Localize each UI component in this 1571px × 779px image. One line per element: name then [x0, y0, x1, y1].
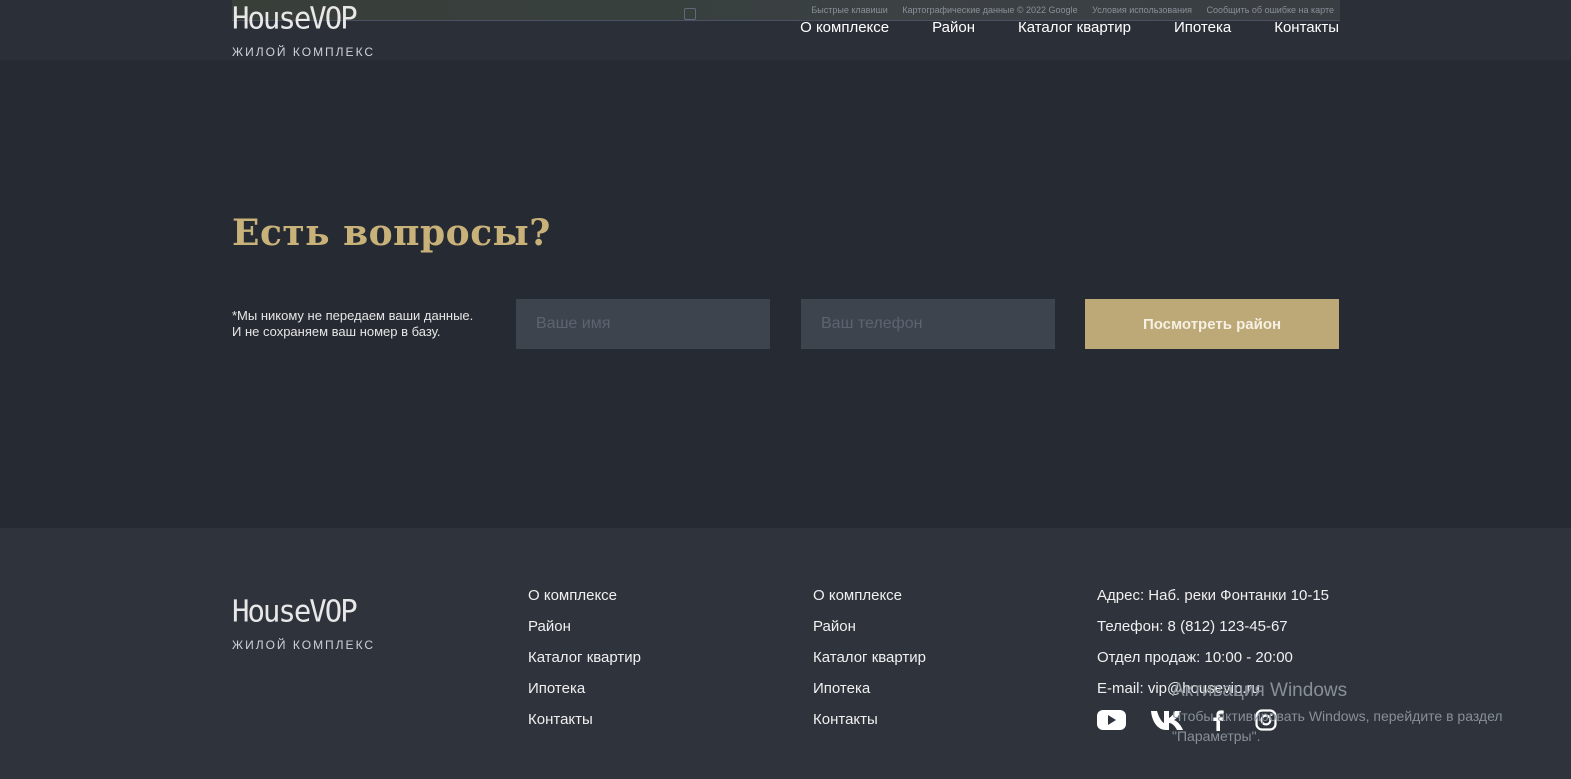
- view-district-button[interactable]: Посмотреть район: [1085, 299, 1339, 349]
- footer-phone[interactable]: Телефон: 8 (812) 123-45-67: [1097, 611, 1329, 642]
- map-report-link[interactable]: Сообщить об ошибке на карте: [1207, 5, 1334, 15]
- nav-item-about[interactable]: О комплексе: [800, 19, 889, 36]
- footer-link-mortgage[interactable]: Ипотека: [528, 673, 641, 704]
- footer-link-about[interactable]: О комплексе: [528, 580, 641, 611]
- footer-address: Адрес: Наб. реки Фонтанки 10-15: [1097, 587, 1330, 604]
- footer-link-catalog[interactable]: Каталог квартир: [528, 642, 641, 673]
- footer-link-district[interactable]: Район: [813, 611, 926, 642]
- watermark-title: Активация Windows: [1172, 680, 1348, 701]
- footer-sales-hours: Отдел продаж: 10:00 - 20:00: [1097, 649, 1293, 666]
- windows-activation-watermark: Активация Windows Чтобы активировать Win…: [1172, 680, 1503, 746]
- nav-item-district[interactable]: Район: [932, 19, 975, 36]
- watermark-line1: Чтобы активировать Windows, перейдите в …: [1172, 708, 1503, 724]
- logo-subtitle: ЖИЛОЙ КОМПЛЕКС: [232, 45, 376, 59]
- privacy-note: *Мы никому не передаем ваши данные. И не…: [232, 308, 473, 340]
- footer-nav-col2: О комплексе Район Каталог квартир Ипотек…: [813, 580, 926, 735]
- map-marker-icon: [684, 8, 696, 20]
- site-header: Быстрые клавиши Картографические данные …: [0, 0, 1571, 60]
- phone-input[interactable]: [801, 299, 1055, 349]
- footer-link-contacts[interactable]: Контакты: [528, 704, 641, 735]
- privacy-note-line1: *Мы никому не передаем ваши данные.: [232, 308, 474, 323]
- footer-link-catalog[interactable]: Каталог квартир: [813, 642, 926, 673]
- privacy-note-line2: И не сохраняем ваш номер в базу.: [232, 324, 441, 339]
- footer-link-about[interactable]: О комплексе: [813, 580, 926, 611]
- map-strip[interactable]: Быстрые клавиши Картографические данные …: [232, 0, 1340, 20]
- map-attribution: Быстрые клавиши Картографические данные …: [799, 5, 1334, 15]
- youtube-icon[interactable]: [1097, 709, 1126, 731]
- header-logo[interactable]: HouseVOP ЖИЛОЙ КОМПЛЕКС: [232, 0, 376, 59]
- main-nav: О комплексе Район Каталог квартир Ипотек…: [800, 19, 1339, 36]
- questions-title: Есть вопросы?: [232, 212, 551, 254]
- map-terms-link[interactable]: Условия использования: [1092, 5, 1192, 15]
- nav-item-mortgage[interactable]: Ипотека: [1174, 19, 1231, 36]
- footer-link-district[interactable]: Район: [528, 611, 641, 642]
- watermark-line2: "Параметры".: [1172, 728, 1261, 744]
- footer-link-contacts[interactable]: Контакты: [813, 704, 926, 735]
- footer-logo[interactable]: HouseVOP ЖИЛОЙ КОМПЛЕКС: [232, 593, 376, 652]
- footer-nav-col1: О комплексе Район Каталог квартир Ипотек…: [528, 580, 641, 735]
- nav-item-catalog[interactable]: Каталог квартир: [1018, 19, 1131, 36]
- logo-wordmark: HouseVOP: [232, 0, 358, 36]
- footer-logo-wordmark: HouseVOP: [232, 593, 358, 629]
- footer-link-mortgage[interactable]: Ипотека: [813, 673, 926, 704]
- nav-item-contacts[interactable]: Контакты: [1274, 19, 1339, 36]
- footer-logo-subtitle: ЖИЛОЙ КОМПЛЕКС: [232, 638, 376, 652]
- map-data-credit: Картографические данные © 2022 Google: [902, 5, 1078, 15]
- name-input[interactable]: [516, 299, 770, 349]
- map-shortcuts-link[interactable]: Быстрые клавиши: [811, 5, 887, 15]
